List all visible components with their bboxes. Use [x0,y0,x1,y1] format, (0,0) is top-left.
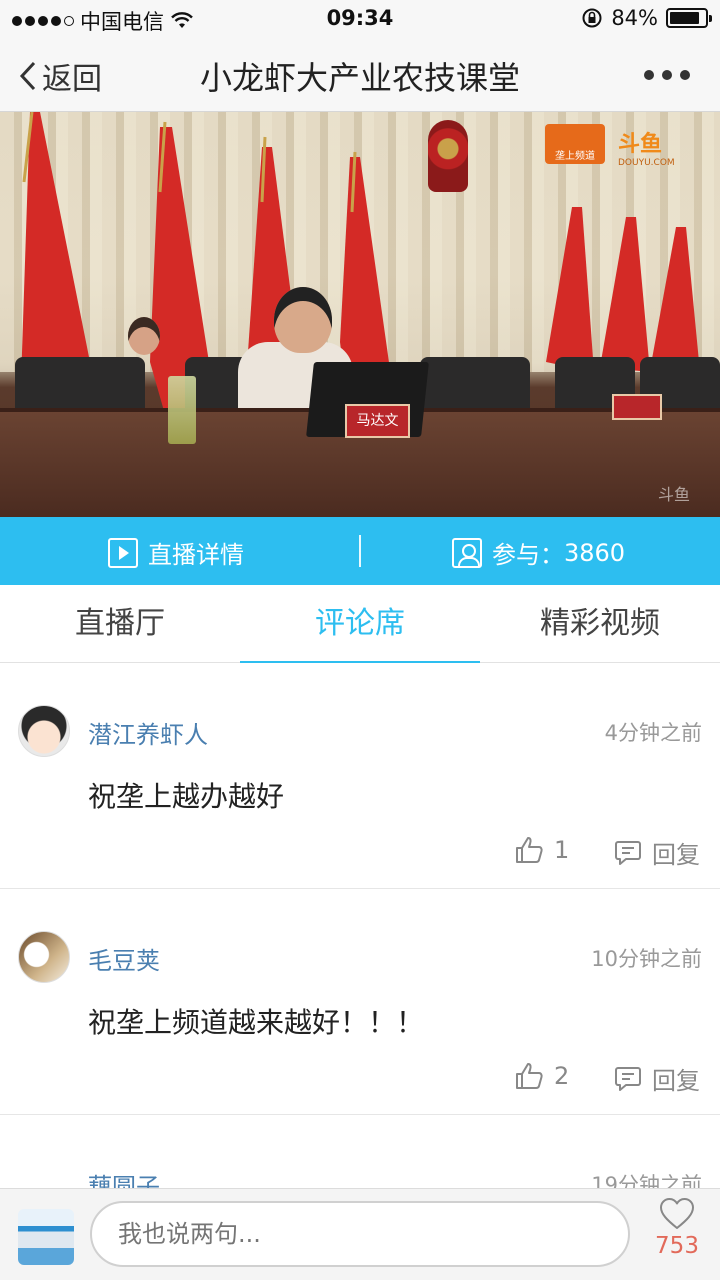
like-total: 753 [655,1233,699,1259]
tea-glass [168,376,196,444]
play-icon [108,537,138,568]
video-player[interactable]: 垄上频道 斗鱼 DOUYU.COM 马达文 斗鱼 [0,112,720,517]
status-right: 84% [581,6,712,30]
thumbs-up-icon [516,837,543,863]
participants-label: 参与： [492,541,564,569]
attendee-figure [128,317,168,377]
speaker-nameplate: 马达文 [345,404,410,438]
comment-text: 祝垄上越办越好 [88,780,285,813]
like-button[interactable]: 1 [514,835,569,865]
like-button[interactable]: 2 [514,1061,569,1091]
battery-icon [666,8,712,28]
reply-label: 回复 [652,1067,700,1095]
back-label: 返回 [42,62,102,97]
channel-thumbnail[interactable] [18,1209,74,1265]
comment-username[interactable]: 毛豆荚 [88,941,160,976]
user-icon [452,537,482,568]
battery-percent: 84% [611,6,658,30]
channel-logo-text: 垄上频道 [555,151,595,162]
heart-icon [660,1198,694,1229]
reply-button[interactable]: 回复 [614,835,700,870]
page-title: 小龙虾大产业农技课堂 [199,59,520,97]
douyu-logo: 斗鱼 DOUYU.COM [618,126,710,168]
video-watermark: 斗鱼 [657,485,690,504]
reply-label: 回复 [652,841,700,869]
reply-button[interactable]: 回复 [614,1061,700,1096]
participants-count: 3860 [564,538,626,567]
battery-fill [670,12,699,24]
national-emblem [428,120,468,192]
comment-input[interactable] [90,1201,630,1267]
more-options-button[interactable] [644,70,690,80]
tab-bar: 直播厅 评论席 精彩视频 [0,585,720,664]
back-button[interactable]: 返回 [18,54,102,98]
app-screen: 中国电信 09:34 84% 返回 小龙虾大产业农技课堂 垄上频道 斗鱼 DOU… [0,0,720,1280]
more-dot [680,70,690,80]
douyu-logo-sub: DOUYU.COM [618,158,675,168]
navigation-bar: 返回 小龙虾大产业农技课堂 [0,36,720,112]
nameplate [612,394,662,420]
live-info-bar: 直播详情 参与： 3860 [0,517,720,585]
divider [359,535,361,567]
comment-item: 潜江养虾人 4分钟之前 祝垄上越办越好 1 回复 [0,663,720,889]
comment-item: 藕圆子 19分钟之前 [0,1115,720,1201]
tab-comments[interactable]: 评论席 [240,585,480,664]
avatar[interactable] [18,705,70,757]
tab-live-hall[interactable]: 直播厅 [0,585,240,663]
comment-icon [615,1066,641,1091]
comment-input-bar: 753 [0,1188,720,1280]
participants-info: 参与： 3860 [452,535,625,570]
tab-highlight-videos[interactable]: 精彩视频 [480,585,720,663]
thumbs-up-icon [516,1063,543,1089]
more-dot [644,70,654,80]
comment-username[interactable]: 潜江养虾人 [88,715,208,750]
like-count: 2 [554,1062,570,1090]
more-dot [662,70,672,80]
comment-icon [615,840,641,865]
like-count: 1 [554,836,570,864]
comment-time: 10分钟之前 [591,947,702,971]
comment-time: 4分钟之前 [604,721,702,745]
avatar[interactable] [18,931,70,983]
status-bar: 中国电信 09:34 84% [0,0,720,36]
live-detail-button[interactable]: 直播详情 [108,535,244,570]
like-live-button[interactable]: 753 [652,1197,702,1259]
chevron-left-icon [19,61,36,91]
channel-logo: 垄上频道 [545,124,605,164]
comment-text: 祝垄上频道越来越好！！！ [88,1006,425,1039]
comment-item: 毛豆荚 10分钟之前 祝垄上频道越来越好！！！ 2 回复 [0,889,720,1115]
douyu-logo-text: 斗鱼 [618,132,663,157]
live-detail-label: 直播详情 [148,541,244,569]
rotation-lock-icon [582,8,602,28]
